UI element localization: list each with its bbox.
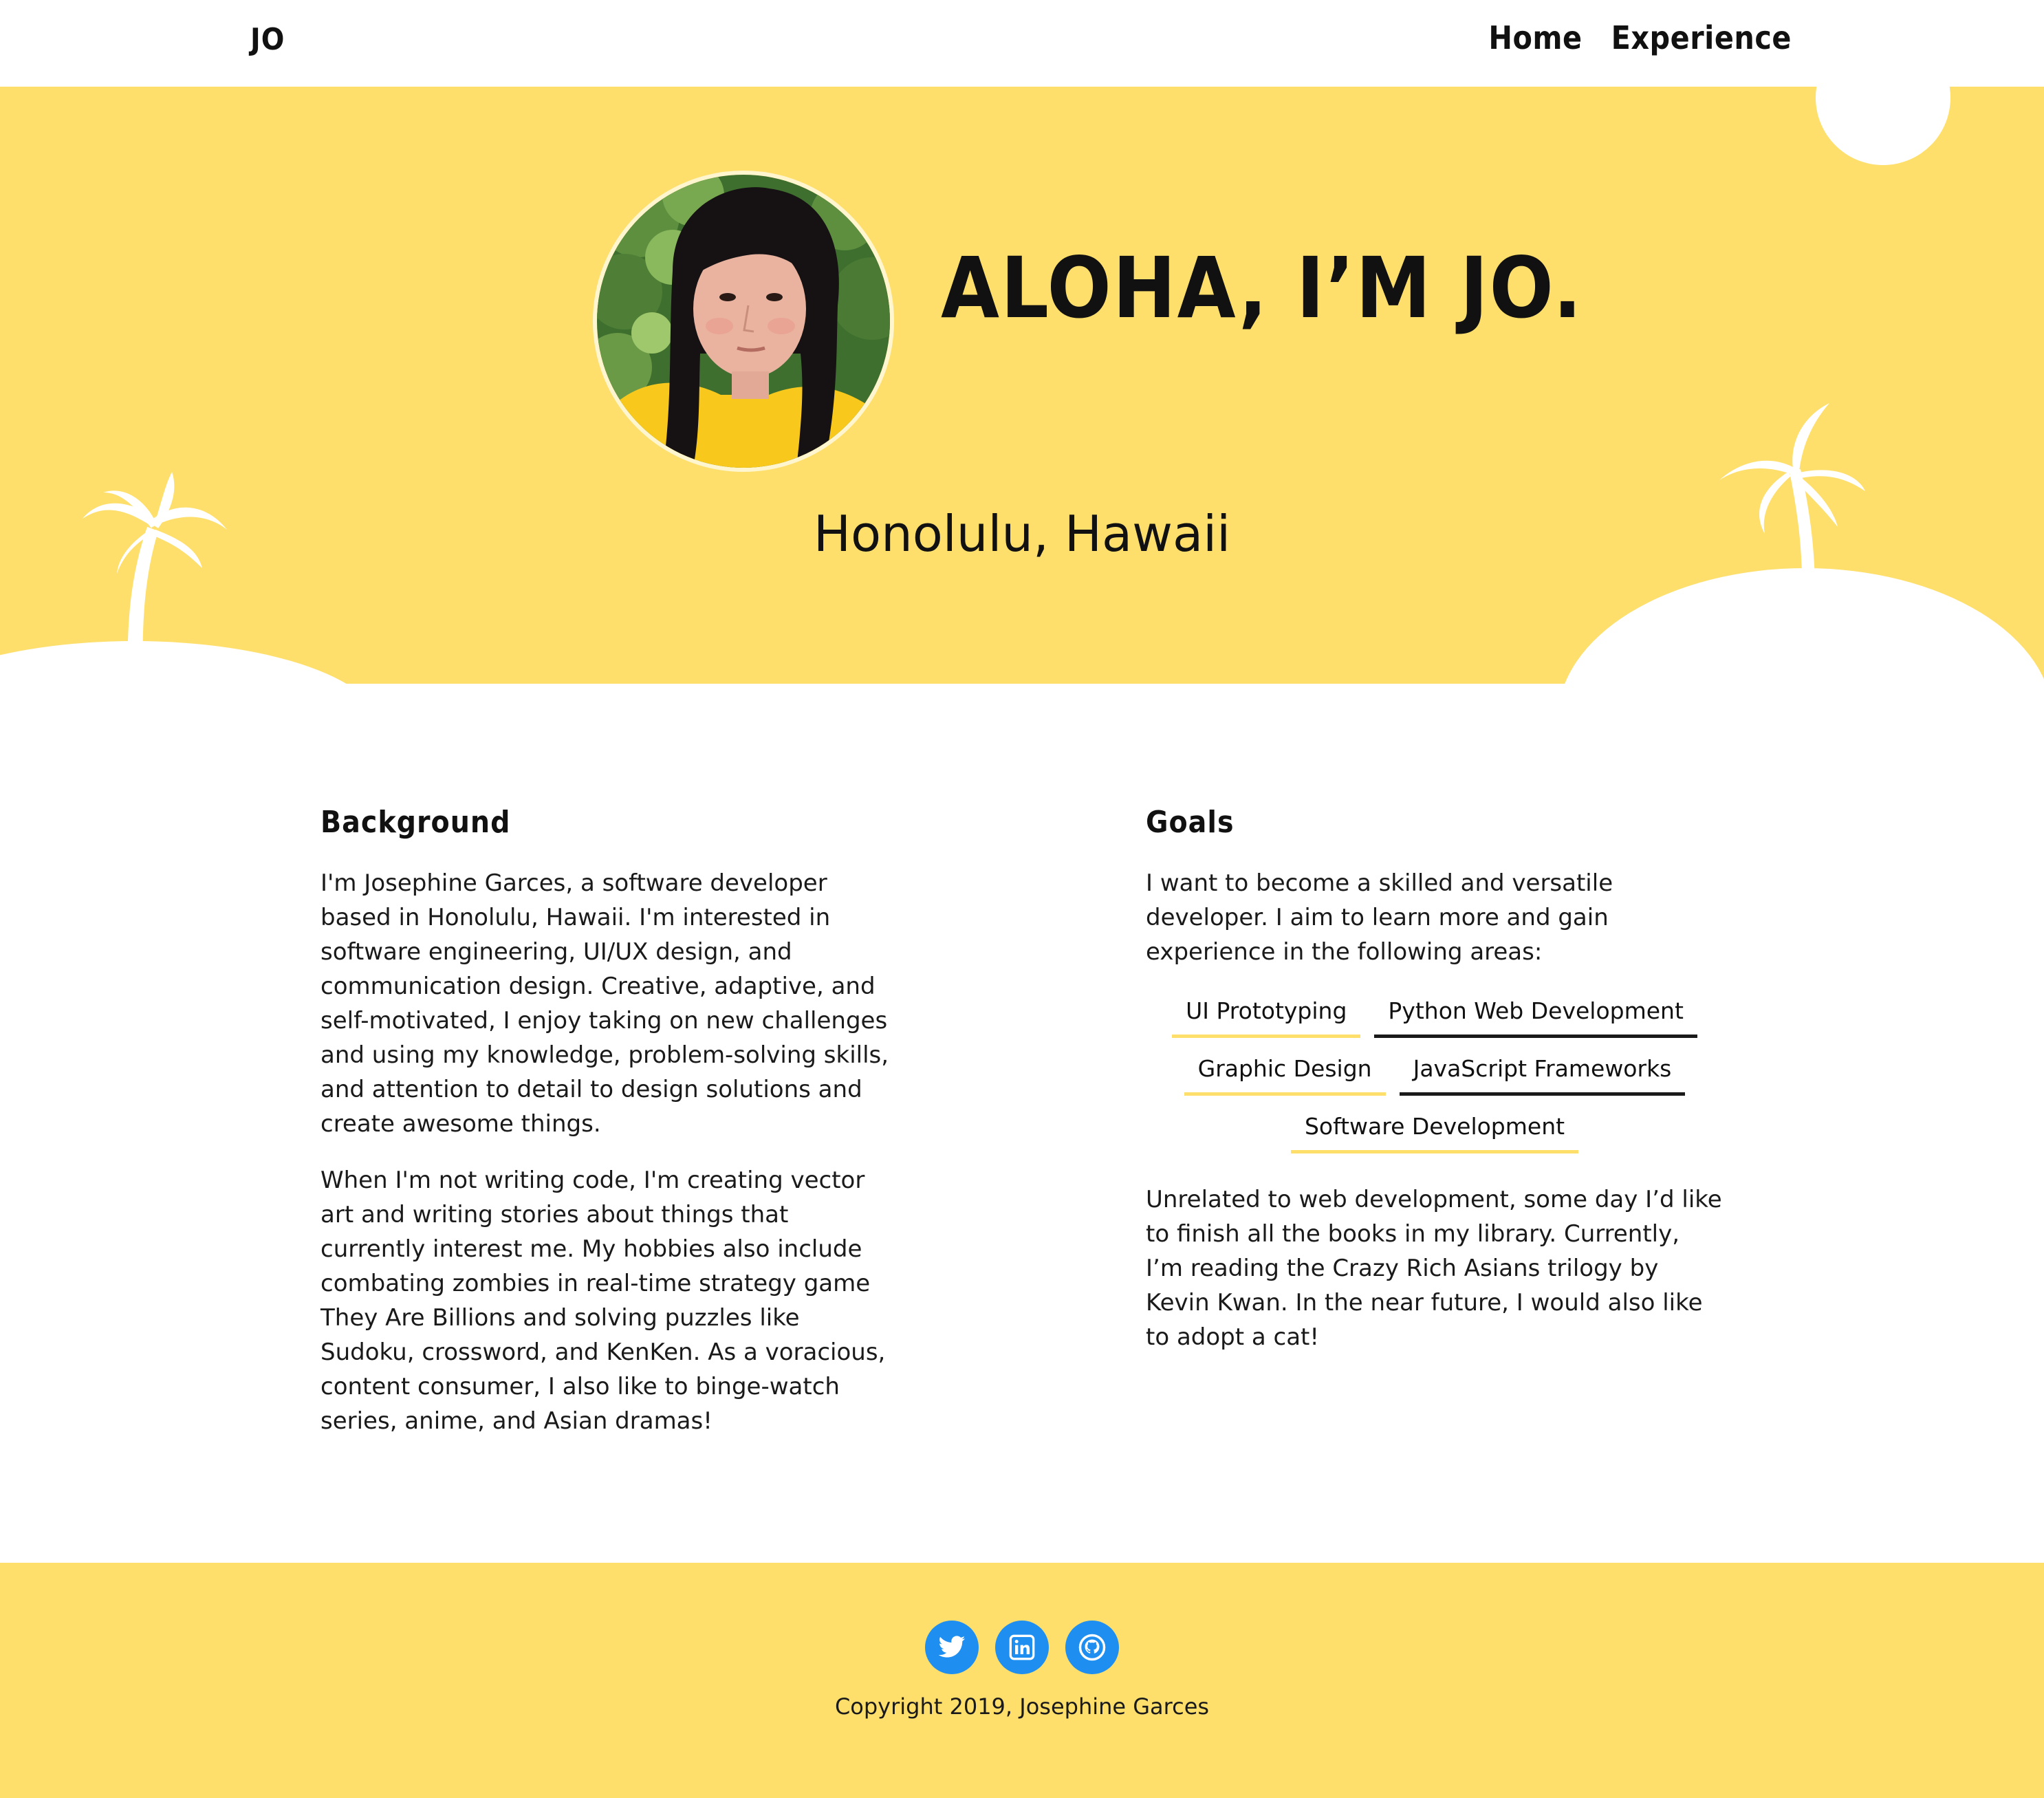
github-icon [1078, 1634, 1106, 1661]
twitter-icon [938, 1636, 966, 1658]
goals-heading: Goals [1146, 805, 1235, 840]
linkedin-link[interactable] [995, 1621, 1049, 1674]
background-paragraph-1: I'm Josephine Garces, a software develop… [320, 869, 889, 1138]
background-section: Background I'm Josephine Garces, a softw… [320, 805, 898, 1460]
goals-outro: Unrelated to web development, some day I… [1146, 1186, 1722, 1351]
goal-tag-software-development: Software Development [1290, 1107, 1579, 1153]
left-island-shape [0, 641, 347, 684]
footer: Copyright 2019, Josephine Garces [0, 1563, 2044, 1798]
github-link[interactable] [1065, 1621, 1119, 1674]
goal-tag-python-web-development: Python Web Development [1374, 991, 1697, 1038]
goal-tag-javascript-frameworks: JavaScript Frameworks [1399, 1049, 1686, 1096]
right-island-shape [1565, 568, 2044, 684]
hero-section: ALOHA, I’M JO. Honolulu, Hawaii [0, 87, 2044, 684]
goals-section: Goals I want to become a skilled and ver… [1146, 805, 1724, 1376]
hero-location: Honolulu, Hawaii [813, 505, 1231, 563]
background-paragraph-2: When I'm not writing code, I'm creating … [320, 1167, 886, 1435]
background-heading: Background [320, 805, 511, 840]
sun-shape [1816, 87, 1950, 165]
nav-link-experience[interactable]: Experience [1611, 19, 1792, 56]
brand-logo[interactable]: JO [250, 22, 285, 57]
avatar [593, 171, 894, 472]
top-nav: JO Home Experience [0, 0, 2044, 87]
goal-tag-ui-prototyping: UI Prototyping [1172, 991, 1361, 1038]
linkedin-icon [1009, 1634, 1035, 1660]
nav-link-home[interactable]: Home [1488, 19, 1582, 56]
hero-title: ALOHA, I’M JO. [941, 239, 1583, 337]
nav-links: Home Experience [1488, 19, 1792, 56]
goals-tag-list: UI Prototyping Python Web Development Gr… [1146, 991, 1724, 1153]
goals-intro: I want to become a skilled and versatile… [1146, 869, 1613, 966]
avatar-photo [597, 175, 890, 468]
social-links [0, 1621, 2044, 1674]
twitter-link[interactable] [925, 1621, 979, 1674]
copyright-text: Copyright 2019, Josephine Garces [834, 1693, 1210, 1720]
island-decor [0, 87, 2044, 684]
goal-tag-graphic-design: Graphic Design [1184, 1049, 1386, 1096]
